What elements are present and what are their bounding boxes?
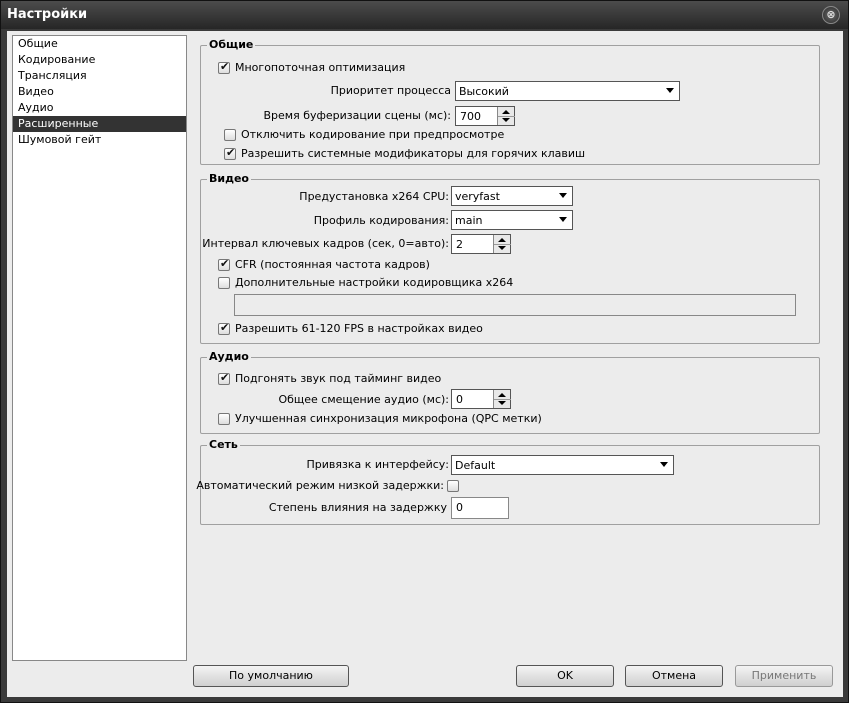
disable-preview-label: Отключить кодирование при предпросмотре (241, 128, 505, 141)
sys-modifiers-label: Разрешить системные модификаторы для гор… (241, 147, 586, 160)
profile-value: main (455, 214, 483, 227)
sidebar-item-general[interactable]: Общие (13, 36, 186, 52)
window-title: Настройки (7, 7, 88, 22)
checkbox-box[interactable] (218, 413, 230, 425)
audio-sync-label: Подгонять звук под тайминг видео (235, 372, 442, 385)
latency-factor-label: Степень влияния на задержку (268, 501, 447, 514)
checkbox-box[interactable] (218, 321, 230, 335)
keyframe-value: 2 (456, 238, 463, 251)
ok-button[interactable]: OK (516, 665, 614, 687)
sidebar-item-audio[interactable]: Аудио (13, 100, 186, 116)
cancel-button[interactable]: Отмена (625, 665, 723, 687)
x264-extra-input[interactable] (234, 294, 796, 316)
title-bar[interactable]: Настройки ⊗ (1, 1, 848, 29)
spin-down-icon[interactable] (498, 246, 506, 250)
buffer-value: 700 (460, 110, 481, 123)
sidebar-item-video[interactable]: Видео (13, 84, 186, 100)
keyframe-label: Интервал ключевых кадров (сек, 0=авто): (202, 237, 449, 250)
bind-label: Привязка к интерфейсу: (306, 458, 449, 471)
profile-select[interactable]: main (451, 210, 573, 230)
checkbox-box[interactable] (218, 277, 230, 289)
apply-button[interactable]: Применить (735, 665, 833, 687)
low-latency-checkbox[interactable] (447, 479, 461, 493)
priority-select[interactable]: Высокий (455, 81, 680, 101)
network-legend: Сеть (207, 438, 240, 451)
low-latency-label: Автоматический режим низкой задержки: (196, 479, 444, 492)
checkbox-box[interactable] (224, 129, 236, 141)
chevron-down-icon (559, 193, 567, 198)
priority-label: Приоритет процесса (330, 84, 451, 97)
spin-up-icon[interactable] (498, 393, 506, 397)
spin-down-icon[interactable] (502, 118, 510, 122)
offset-value: 0 (456, 393, 463, 406)
offset-label: Общее смещение аудио (мс): (278, 393, 449, 406)
spin-divider (494, 399, 511, 400)
priority-value: Высокий (459, 85, 509, 98)
preset-select[interactable]: veryfast (451, 186, 573, 206)
spin-up-icon[interactable] (498, 238, 506, 242)
mic-sync-label: Улучшенная синхронизация микрофона (QPC … (235, 412, 542, 425)
cfr-label: CFR (постоянная частота кадров) (235, 258, 430, 271)
checkbox-box[interactable] (224, 146, 236, 160)
buffer-spinner[interactable]: 700 (455, 106, 515, 126)
buffer-label: Время буферизации сцены (мс): (263, 109, 452, 122)
profile-label: Профиль кодирования: (313, 214, 449, 227)
fps-label: Разрешить 61-120 FPS в настройках видео (235, 322, 483, 335)
sidebar-item-encoding[interactable]: Кодирование (13, 52, 186, 68)
network-group: Сеть Привязка к интерфейсу: Default Авто… (196, 438, 820, 525)
video-legend: Видео (207, 172, 251, 185)
chevron-down-icon (660, 462, 668, 467)
multithread-label: Многопоточная оптимизация (235, 61, 406, 74)
keyframe-spinner[interactable]: 2 (451, 234, 511, 254)
spin-down-icon[interactable] (498, 401, 506, 405)
bind-select[interactable]: Default (451, 455, 674, 475)
close-icon[interactable]: ⊗ (822, 6, 840, 24)
checkbox-box[interactable] (218, 257, 230, 271)
client-area: Общие Кодирование Трансляция Видео Аудио… (7, 31, 843, 697)
preset-label: Предустановка x264 CPU: (299, 190, 449, 203)
checkbox-box[interactable] (218, 60, 230, 74)
audio-legend: Аудио (207, 350, 251, 363)
checkbox-box[interactable] (218, 371, 230, 385)
spin-divider (494, 244, 511, 245)
latency-factor-value: 0 (456, 501, 463, 514)
spin-buttons[interactable] (497, 107, 515, 125)
spin-up-icon[interactable] (502, 110, 510, 114)
bind-value: Default (455, 459, 496, 472)
spin-buttons[interactable] (493, 235, 511, 253)
chevron-down-icon (666, 88, 674, 93)
chevron-down-icon (559, 217, 567, 222)
sidebar-item-advanced[interactable]: Расширенные (13, 116, 186, 132)
general-legend: Общие (207, 38, 256, 51)
general-group: Общие Многопоточная оптимизация Приорите… (200, 38, 820, 165)
spin-divider (498, 116, 515, 117)
offset-spinner[interactable]: 0 (451, 389, 511, 409)
sidebar-item-noise-gate[interactable]: Шумовой гейт (13, 132, 186, 148)
defaults-button[interactable]: По умолчанию (193, 665, 349, 687)
x264-extra-label: Дополнительные настройки кодировщика x26… (235, 276, 514, 289)
video-group: Видео Предустановка x264 CPU: veryfast П… (200, 172, 820, 344)
settings-sidebar: Общие Кодирование Трансляция Видео Аудио… (12, 35, 187, 661)
sidebar-item-broadcast[interactable]: Трансляция (13, 68, 186, 84)
audio-group: Аудио Подгонять звук под тайминг видео О… (200, 350, 820, 434)
settings-window: Настройки ⊗ Общие Кодирование Трансляция… (0, 0, 849, 703)
spin-buttons[interactable] (493, 390, 511, 408)
checkbox-box[interactable] (447, 480, 459, 492)
preset-value: veryfast (455, 190, 500, 203)
latency-factor-input[interactable]: 0 (451, 497, 509, 519)
